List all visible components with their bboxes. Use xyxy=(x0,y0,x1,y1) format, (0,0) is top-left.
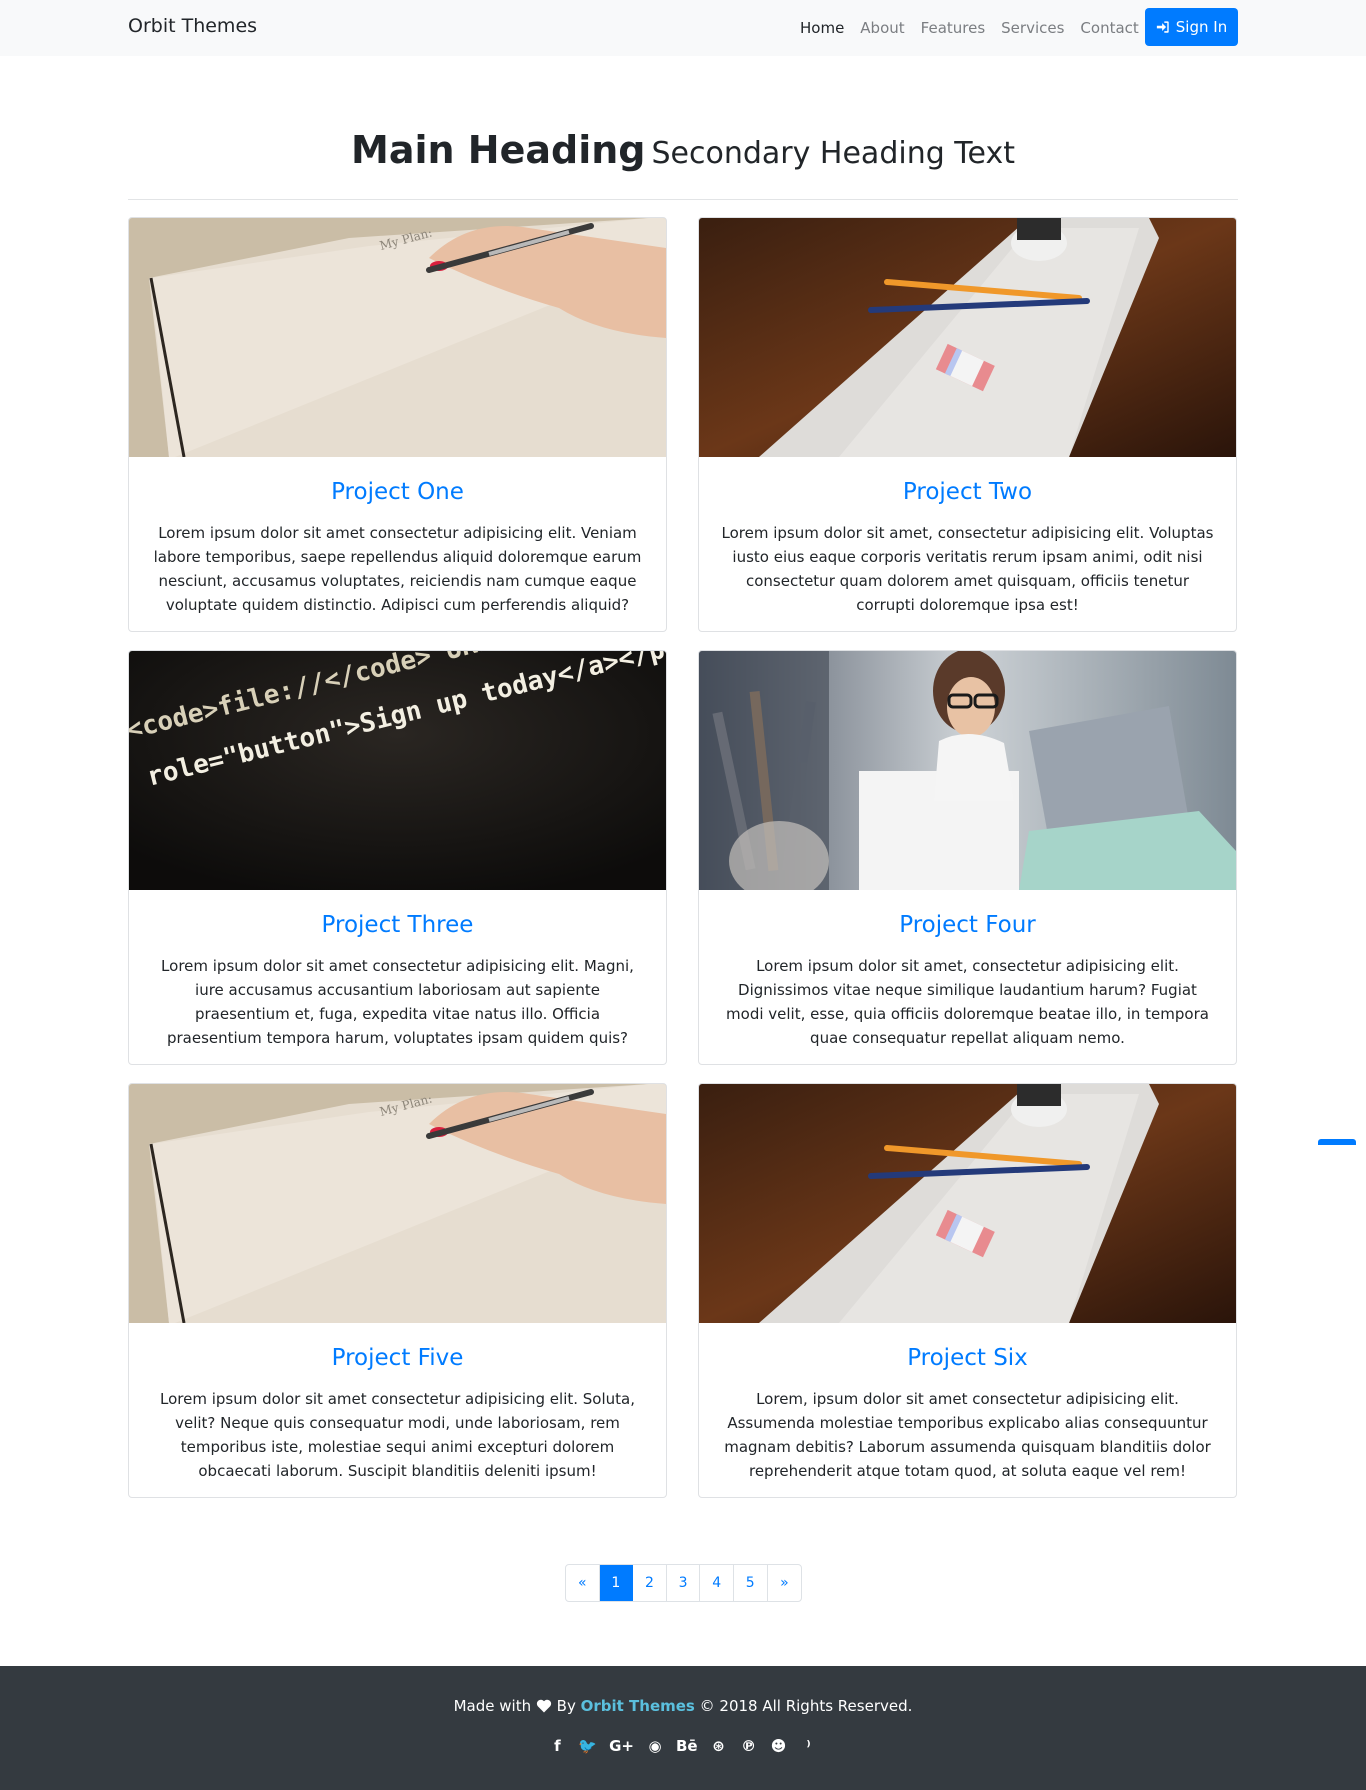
pinterest-icon[interactable]: ℗ xyxy=(740,1737,758,1755)
pagination-page-1[interactable]: 1 xyxy=(599,1565,634,1601)
notebook-image: My Plan: xyxy=(129,1084,666,1323)
project-card-4[interactable]: Project Four Lorem ipsum dolor sit amet,… xyxy=(698,650,1237,1065)
pagination-page-5[interactable]: 5 xyxy=(734,1565,768,1601)
pagination-prev[interactable]: « xyxy=(566,1565,600,1601)
heart-icon xyxy=(536,1699,551,1713)
rss-icon[interactable]: ⁾ xyxy=(800,1737,818,1755)
card-title[interactable]: Project Two xyxy=(699,479,1236,505)
sign-in-label: Sign In xyxy=(1175,18,1228,36)
card-title[interactable]: Project Five xyxy=(129,1345,666,1371)
footer-rights: © 2018 All Rights Reserved. xyxy=(699,1697,913,1715)
card-text: Lorem ipsum dolor sit amet consectetur a… xyxy=(161,957,634,1047)
nav-link-about[interactable]: About xyxy=(860,19,904,37)
nav-link-contact[interactable]: Contact xyxy=(1080,19,1138,37)
code-screen-image: <code>file://</code> URL, a " role="butt… xyxy=(129,651,666,890)
card-image-notebook: My Plan: xyxy=(129,218,666,457)
card-image-desk xyxy=(699,1084,1236,1323)
project-card-5[interactable]: My Plan: Project Five Lorem ipsum dolor … xyxy=(128,1083,667,1498)
desk-paper-image xyxy=(699,1084,1236,1323)
pagination-page-3[interactable]: 3 xyxy=(667,1565,701,1601)
page-heading: Main Heading Secondary Heading Text xyxy=(128,128,1238,172)
card-title[interactable]: Project Three xyxy=(129,912,666,938)
card-image-notebook: My Plan: xyxy=(129,1084,666,1323)
notebook-image: My Plan: xyxy=(129,218,666,457)
nav-link-features[interactable]: Features xyxy=(921,19,986,37)
nav-links: Home About Features Services Contact xyxy=(800,19,1139,37)
navbar-brand[interactable]: Orbit Themes xyxy=(128,15,257,37)
facebook-icon[interactable]: f xyxy=(548,1737,566,1755)
sign-in-icon xyxy=(1156,21,1169,33)
secondary-heading: Secondary Heading Text xyxy=(651,136,1015,171)
dribbble-icon[interactable]: ⊛ xyxy=(710,1737,728,1755)
pagination-page-4[interactable]: 4 xyxy=(700,1565,734,1601)
project-card-1[interactable]: My Plan: Project One Lorem ipsum dolor s… xyxy=(128,217,667,632)
github-icon[interactable]: ◉ xyxy=(646,1737,664,1755)
behance-icon[interactable]: Bē xyxy=(676,1737,698,1755)
project-card-3[interactable]: <code>file://</code> URL, a " role="butt… xyxy=(128,650,667,1065)
scroll-to-top-tab[interactable] xyxy=(1318,1139,1356,1145)
reddit-icon[interactable]: ☻ xyxy=(770,1737,788,1755)
card-text: Lorem ipsum dolor sit amet consectetur a… xyxy=(153,524,642,614)
card-image-woman-laptop xyxy=(699,651,1236,890)
footer-brand-link[interactable]: Orbit Themes xyxy=(581,1697,695,1715)
project-card-6[interactable]: Project Six Lorem, ipsum dolor sit amet … xyxy=(698,1083,1237,1498)
pagination-page-2[interactable]: 2 xyxy=(633,1565,667,1601)
card-text: Lorem ipsum dolor sit amet, consectetur … xyxy=(726,957,1209,1047)
twitter-icon[interactable]: 🐦 xyxy=(578,1737,597,1755)
card-title[interactable]: Project One xyxy=(129,479,666,505)
card-text: Lorem, ipsum dolor sit amet consectetur … xyxy=(724,1390,1211,1480)
woman-laptop-image xyxy=(699,651,1236,890)
card-title[interactable]: Project Four xyxy=(699,912,1236,938)
card-title[interactable]: Project Six xyxy=(699,1345,1236,1371)
social-links: f 🐦 G+ ◉ Bē ⊛ ℗ ☻ ⁾ xyxy=(0,1737,1366,1755)
pagination-next[interactable]: » xyxy=(768,1565,802,1601)
footer-by: By xyxy=(556,1697,576,1715)
nav-link-home[interactable]: Home xyxy=(800,19,844,37)
heading-divider xyxy=(128,199,1238,200)
navbar: Orbit Themes Home About Features Service… xyxy=(0,0,1366,56)
card-text: Lorem ipsum dolor sit amet, consectetur … xyxy=(721,524,1214,614)
footer-made-with: Made with xyxy=(453,1697,532,1715)
footer-credits: Made with By Orbit Themes © 2018 All Rig… xyxy=(0,1697,1366,1715)
desk-paper-image xyxy=(699,218,1236,457)
nav-link-services[interactable]: Services xyxy=(1001,19,1064,37)
google-plus-icon[interactable]: G+ xyxy=(609,1737,634,1755)
card-image-code: <code>file://</code> URL, a " role="butt… xyxy=(129,651,666,890)
card-image-desk xyxy=(699,218,1236,457)
main-heading: Main Heading xyxy=(351,128,646,172)
pagination: « 1 2 3 4 5 » xyxy=(565,1564,803,1602)
project-card-2[interactable]: Project Two Lorem ipsum dolor sit amet, … xyxy=(698,217,1237,632)
footer: Made with By Orbit Themes © 2018 All Rig… xyxy=(0,1666,1366,1790)
card-text: Lorem ipsum dolor sit amet consectetur a… xyxy=(159,1390,635,1480)
sign-in-button[interactable]: Sign In xyxy=(1145,8,1238,46)
